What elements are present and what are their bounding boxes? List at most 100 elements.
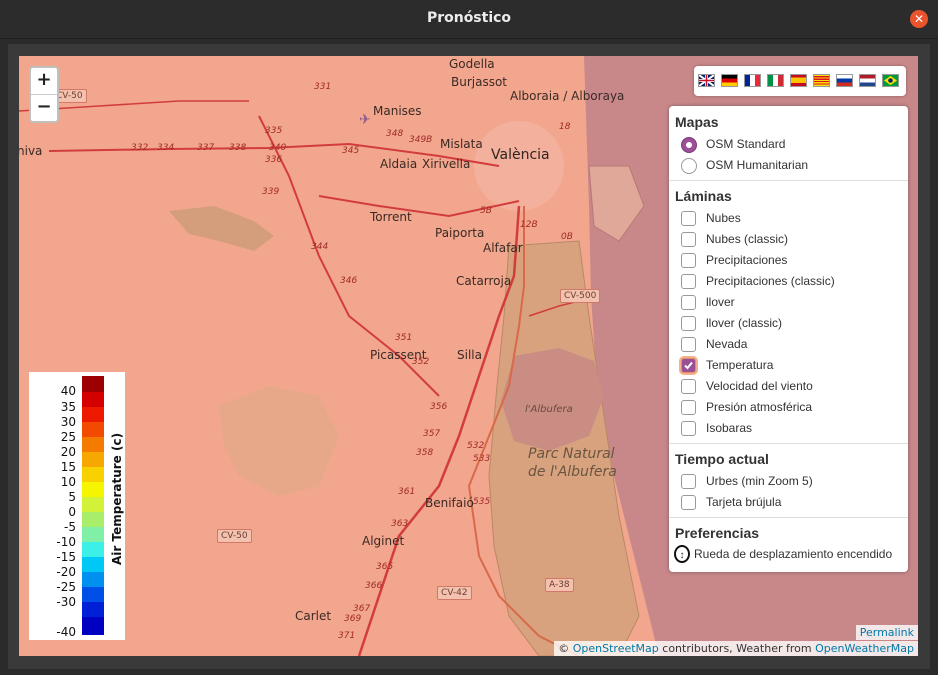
checkbox-label: Precipitaciones (classic): [706, 274, 835, 288]
legend-swatch: [82, 617, 104, 635]
label-godella: Godella: [449, 57, 495, 71]
checkbox-icon: [681, 211, 696, 226]
road-number: 352: [412, 357, 430, 367]
road-shield: CV-50: [217, 529, 252, 543]
label-parc-natural: Parc Natural: [528, 446, 615, 462]
legend-swatch: [82, 542, 104, 557]
road-number: 18: [559, 122, 571, 132]
label-silla: Silla: [457, 348, 482, 362]
checkbox-icon: [681, 495, 696, 510]
flag-russian-icon[interactable]: [836, 74, 853, 87]
label-parc-natural-2: de l'Albufera: [528, 464, 617, 480]
flag-portuguese-icon[interactable]: [882, 74, 899, 87]
legend-value: -20: [56, 565, 76, 579]
legend-swatch: [82, 527, 104, 542]
checkbox-label: Presión atmosférica: [706, 400, 813, 414]
checkbox-label: Temperatura: [706, 358, 774, 372]
flag-catalan-icon[interactable]: [813, 74, 830, 87]
legend-value: -25: [56, 580, 76, 594]
legend-swatch: [82, 407, 104, 422]
permalink-link[interactable]: Permalink: [855, 625, 918, 640]
section-title-preferencias: Preferencias: [675, 525, 760, 541]
road-number: 357: [423, 429, 441, 439]
label-valencia: València: [491, 147, 550, 163]
checkbox-icon: [681, 400, 696, 415]
label-iva: niva: [19, 144, 43, 158]
zoom-out-button[interactable]: −: [31, 94, 57, 121]
road-number: 348: [386, 129, 404, 139]
label-xirivella: Xirivella: [422, 157, 471, 171]
label-burjassot: Burjassot: [451, 75, 508, 89]
road-number: 365: [376, 562, 394, 572]
legend-swatch: [82, 467, 104, 482]
airport-icon: ✈: [359, 112, 371, 128]
legend-swatch: [82, 482, 104, 497]
label-aldaia: Aldaia: [380, 157, 418, 171]
lake-area: [501, 348, 604, 451]
label-benifaio: Benifaió: [425, 496, 474, 510]
road-number: 337: [197, 143, 215, 153]
flag-french-icon[interactable]: [744, 74, 761, 87]
checkbox-icon: [681, 274, 696, 289]
checkbox-label: Nubes (classic): [706, 232, 789, 246]
legend-value: -15: [56, 550, 76, 564]
section-title-laminas: Láminas: [675, 188, 732, 204]
legend-swatch: [82, 376, 104, 392]
flag-german-icon[interactable]: [721, 74, 738, 87]
road-number: 533: [473, 454, 491, 464]
road-shield: A-38: [545, 578, 574, 592]
road-number: 358: [416, 448, 434, 458]
road-number: 339: [262, 187, 280, 197]
road-number: 366: [365, 581, 383, 591]
checkbox-icon: [681, 421, 696, 436]
label-carlet: Carlet: [295, 609, 332, 623]
flag-dutch-icon[interactable]: [859, 74, 876, 87]
checkbox-label: llover (classic): [706, 316, 783, 330]
road-shield: CV-500: [560, 289, 601, 303]
close-button[interactable]: ✕: [910, 10, 928, 28]
label-manises: Manises: [373, 104, 422, 118]
section-divider: [669, 517, 908, 518]
checkbox-label: Precipitaciones: [706, 253, 788, 267]
checkbox-icon: [681, 337, 696, 352]
section-divider: [669, 443, 908, 444]
road-number: 346: [340, 276, 358, 286]
legend-value: 30: [60, 415, 76, 429]
road-number: 335: [265, 126, 283, 136]
road-shield: CV-42: [437, 586, 472, 600]
legend-value: -10: [56, 535, 76, 549]
road-number: 344: [311, 242, 329, 252]
owm-link[interactable]: OpenWeatherMap: [815, 642, 914, 655]
checkbox-icon: [681, 232, 696, 247]
label-torrent: Torrent: [370, 210, 412, 224]
zoom-in-button[interactable]: +: [31, 68, 57, 94]
road-number: 351: [395, 333, 413, 343]
legend-axis-label: Air Temperature (c): [110, 432, 124, 565]
road-number: 532: [467, 441, 485, 451]
road-number: 0B: [561, 232, 573, 242]
label-alginet: Alginet: [362, 534, 405, 548]
osm-link[interactable]: OpenStreetMap: [573, 642, 659, 655]
flag-italian-icon[interactable]: [767, 74, 784, 87]
legend-swatch: [82, 602, 104, 617]
temperature-legend: 40 35 30 25 20 15 10 5 0 -5 -10 -15 -20 …: [29, 372, 125, 640]
road-number: 336: [265, 155, 283, 165]
road-number: 369: [344, 614, 362, 624]
radio-unselected-icon: [681, 158, 697, 174]
road-number: 338: [229, 143, 247, 153]
window-titlebar: Pronóstico ✕: [0, 0, 938, 39]
road-number: 5B: [480, 206, 492, 216]
map-view[interactable]: València Manises Mislata Aldaia Xirivell…: [19, 56, 918, 656]
flag-english-icon[interactable]: [698, 74, 715, 87]
road-number: 535: [473, 497, 491, 507]
checkbox-icon: [681, 379, 696, 394]
legend-value: 15: [60, 460, 76, 474]
legend-swatch: [82, 557, 104, 572]
toggle-label: Rueda de desplazamiento encendido: [694, 547, 893, 561]
legend-swatch: [82, 437, 104, 452]
flag-spanish-icon[interactable]: [790, 74, 807, 87]
legend-value: -5: [64, 520, 76, 534]
road-number: 349B: [409, 135, 433, 145]
checkbox-checked-icon: [681, 358, 696, 373]
legend-value: 40: [60, 384, 76, 398]
